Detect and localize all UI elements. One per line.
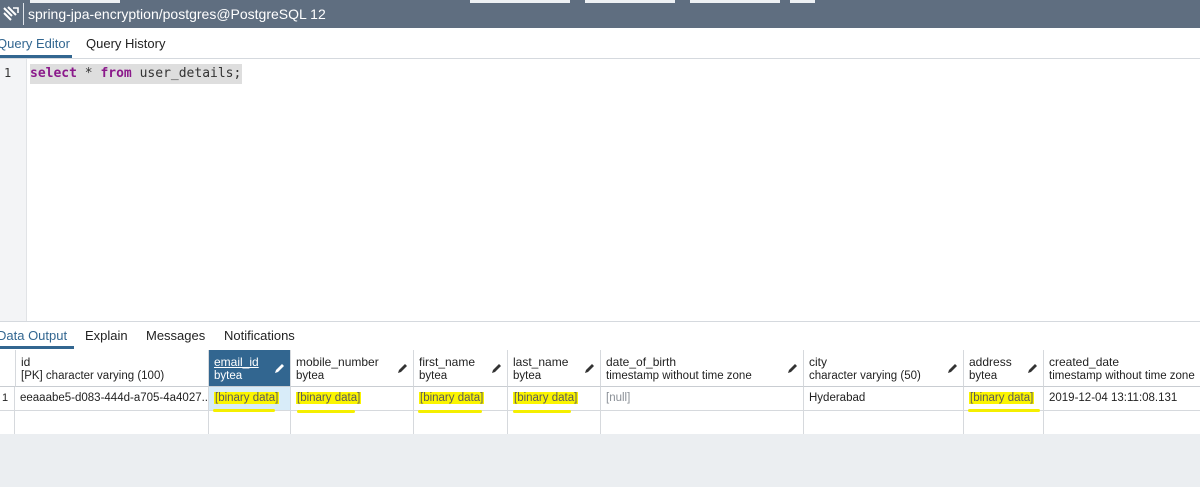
new-row-cell[interactable] [15, 411, 209, 435]
sql-line[interactable]: select * from user_details; [30, 64, 242, 84]
titlebar-strip [790, 0, 815, 3]
tab-data-output[interactable]: Data Output [0, 328, 67, 343]
column-header-date-of-birth[interactable]: date_of_birth timestamp without time zon… [601, 350, 804, 387]
new-row-number[interactable] [0, 411, 15, 435]
line-number: 1 [4, 66, 12, 80]
binary-data-value: [binary data] [419, 392, 485, 404]
edit-pencil-icon [585, 364, 594, 373]
row-number-header [0, 350, 16, 387]
table-cell-address[interactable]: [binary data] [964, 387, 1044, 411]
column-header-mobile-number[interactable]: mobile_number bytea [291, 350, 414, 387]
column-type: timestamp without time zone [1049, 370, 1195, 382]
binary-data-value: [binary data] [296, 392, 362, 404]
table-cell-created-date[interactable]: 2019-12-04 13:11:08.131 [1044, 387, 1200, 411]
column-name: email_id [214, 355, 259, 369]
token-star: * [76, 66, 101, 81]
token-table: user_details; [131, 66, 242, 81]
column-name: last_name [513, 355, 569, 369]
keyword-from: from [100, 66, 132, 81]
titlebar-strip [470, 0, 570, 3]
sql-editor[interactable]: 1 select * from user_details; [0, 59, 1200, 321]
null-value: [null] [606, 392, 631, 404]
column-name: date_of_birth [606, 355, 677, 369]
column-header-created-date[interactable]: created_date timestamp without time zone [1044, 350, 1200, 387]
column-header-address[interactable]: address bytea [964, 350, 1044, 387]
column-header-last-name[interactable]: last_name bytea [508, 350, 601, 387]
column-header-city[interactable]: city character varying (50) [804, 350, 964, 387]
table-cell-email-id[interactable]: [binary data] [209, 387, 291, 411]
active-output-tab-indicator [0, 346, 74, 349]
new-row-cell[interactable] [291, 411, 414, 435]
new-row-cell[interactable] [964, 411, 1044, 435]
edit-pencil-icon [275, 364, 284, 373]
connection-title: spring-jpa-encryption/postgres@PostgreSQ… [28, 6, 326, 22]
column-name: created_date [1049, 355, 1120, 369]
titlebar-separator [23, 3, 24, 25]
table-cell-city[interactable]: Hyderabad [804, 387, 964, 411]
tab-explain[interactable]: Explain [85, 328, 128, 343]
edit-pencil-icon [398, 364, 407, 373]
column-type: bytea [513, 370, 542, 382]
column-type: [PK] character varying (100) [21, 370, 165, 382]
table-cell-id[interactable]: eeaaabe5-d083-444d-a705-4a4027... [15, 387, 209, 411]
title-bar: spring-jpa-encryption/postgres@PostgreSQ… [0, 0, 1200, 28]
tab-notifications[interactable]: Notifications [224, 328, 295, 343]
binary-data-value: [binary data] [214, 392, 280, 404]
tab-query-history[interactable]: Query History [86, 36, 165, 51]
column-type: timestamp without time zone [606, 370, 752, 382]
new-row-cell[interactable] [209, 411, 291, 435]
edit-pencil-icon [492, 364, 501, 373]
column-type: bytea [296, 370, 325, 382]
column-header-id[interactable]: id [PK] character varying (100) [16, 350, 209, 387]
active-tab-indicator [0, 55, 72, 58]
output-tab-bar: Data Output Explain Messages Notificatio… [0, 321, 1200, 351]
column-type: bytea [214, 370, 243, 382]
column-name: first_name [419, 355, 476, 369]
edit-pencil-icon [1028, 364, 1037, 373]
column-name: address [969, 355, 1012, 369]
binary-data-value: [binary data] [969, 392, 1035, 404]
table-cell-mobile-number[interactable]: [binary data] [291, 387, 414, 411]
column-name: id [21, 355, 31, 369]
column-name: city [809, 355, 827, 369]
table-cell-date-of-birth[interactable]: [null] [601, 387, 804, 411]
column-type: bytea [969, 370, 998, 382]
column-header-first-name[interactable]: first_name bytea [414, 350, 508, 387]
edit-pencil-icon [788, 364, 797, 373]
titlebar-strip [585, 0, 675, 3]
connection-status-icon[interactable] [0, 4, 22, 24]
column-header-email-id[interactable]: email_id bytea [209, 350, 291, 387]
tab-messages[interactable]: Messages [146, 328, 205, 343]
tab-query-editor[interactable]: Query Editor [0, 36, 70, 51]
keyword-select: select [30, 66, 77, 81]
new-row-cell[interactable] [414, 411, 508, 435]
new-row-cell[interactable] [508, 411, 601, 435]
binary-data-value: [binary data] [513, 392, 579, 404]
column-type: bytea [419, 370, 448, 382]
titlebar-strip [690, 0, 780, 3]
grid-empty-area [0, 434, 1200, 487]
titlebar-strip [30, 0, 120, 3]
column-type: character varying (50) [809, 370, 921, 382]
row-number[interactable]: 1 [0, 387, 15, 411]
table-cell-first-name[interactable]: [binary data] [414, 387, 508, 411]
new-row-cell[interactable] [804, 411, 964, 435]
table-cell-last-name[interactable]: [binary data] [508, 387, 601, 411]
editor-tab-bar: Query Editor Query History [0, 28, 1200, 59]
column-name: mobile_number [296, 355, 379, 369]
line-gutter: 1 [0, 59, 27, 321]
new-row-cell[interactable] [1044, 411, 1200, 435]
new-row-cell[interactable] [601, 411, 804, 435]
edit-pencil-icon [948, 364, 957, 373]
